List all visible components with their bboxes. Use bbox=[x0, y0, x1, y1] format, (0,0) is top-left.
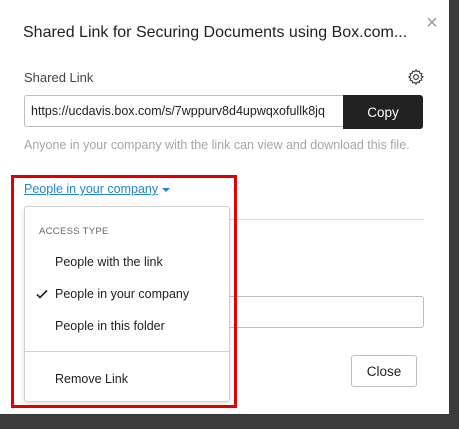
shared-link-label: Shared Link bbox=[24, 70, 94, 85]
dropdown-divider bbox=[25, 351, 229, 352]
access-type-label: People in your company bbox=[24, 182, 159, 196]
close-icon[interactable]: × bbox=[423, 13, 441, 33]
option-people-with-link[interactable]: People with the link bbox=[25, 249, 229, 277]
access-type-header: ACCESS TYPE bbox=[39, 226, 109, 237]
remove-link-label: Remove Link bbox=[55, 372, 128, 386]
obscured-field bbox=[230, 296, 424, 328]
option-label: People in this folder bbox=[55, 319, 165, 333]
close-button[interactable]: Close bbox=[351, 355, 417, 387]
option-people-in-company[interactable]: People in your company bbox=[25, 281, 229, 309]
option-label: People with the link bbox=[55, 255, 163, 269]
checkmark-icon bbox=[35, 287, 49, 301]
link-row: Copy bbox=[24, 95, 424, 129]
section-divider bbox=[230, 219, 424, 220]
copy-button[interactable]: Copy bbox=[343, 95, 423, 129]
access-type-dropdown: ACCESS TYPE People with the link People … bbox=[24, 206, 230, 402]
shared-link-input[interactable] bbox=[24, 95, 343, 127]
link-description: Anyone in your company with the link can… bbox=[24, 138, 410, 152]
gear-icon[interactable] bbox=[407, 68, 425, 86]
dialog-title: Shared Link for Securing Documents using… bbox=[23, 24, 408, 41]
shared-link-dialog: Shared Link for Securing Documents using… bbox=[0, 0, 449, 414]
option-label: People in your company bbox=[55, 287, 190, 301]
remove-link-option[interactable]: Remove Link bbox=[25, 366, 229, 394]
caret-down-icon bbox=[162, 187, 171, 192]
option-people-in-folder[interactable]: People in this folder bbox=[25, 313, 229, 341]
access-type-selector[interactable]: People in your company bbox=[24, 182, 171, 196]
